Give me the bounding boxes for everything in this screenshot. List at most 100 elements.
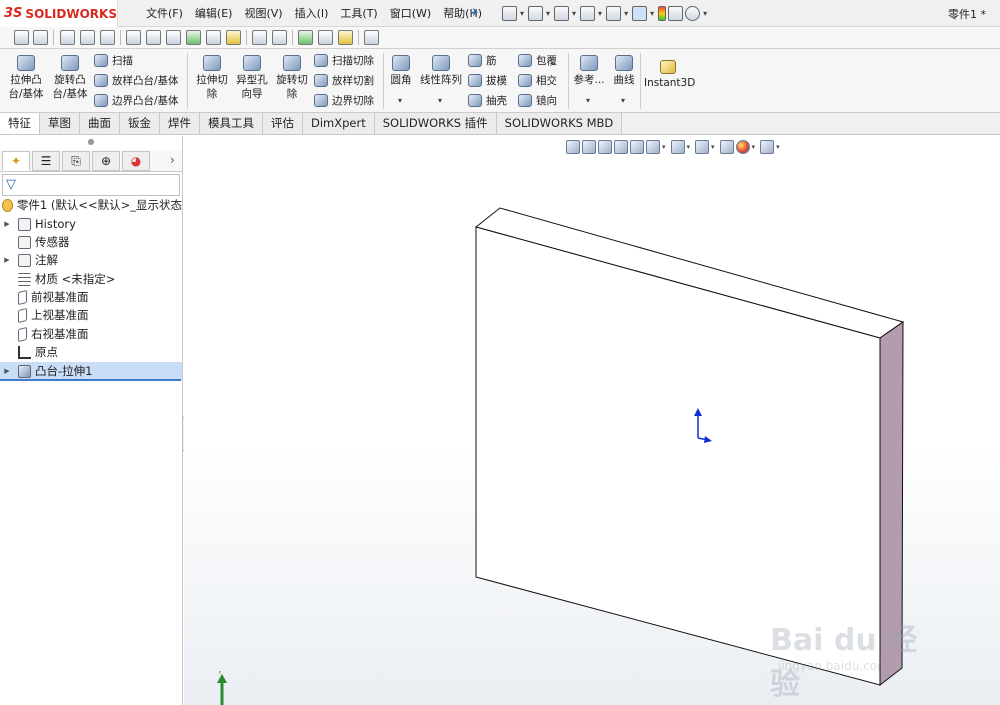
tab-evaluate[interactable]: 评估: [263, 113, 303, 134]
draft-button[interactable]: 拔模: [468, 72, 507, 89]
tab-surfaces[interactable]: 曲面: [80, 113, 120, 134]
instant3d-button[interactable]: Instant3D: [644, 60, 695, 90]
reference-geometry-button[interactable]: 参考...: [572, 55, 606, 87]
intersect-button[interactable]: 相交: [518, 72, 557, 89]
image-icon[interactable]: [338, 30, 353, 45]
boundary-cut-button[interactable]: 边界切除: [314, 92, 374, 109]
menu-file[interactable]: 文件(F): [140, 6, 189, 21]
swept-cut-button[interactable]: 扫描切除: [314, 52, 374, 69]
tree-root-part[interactable]: 零件1 (默认<<默认>_显示状态: [0, 196, 182, 214]
menu-window[interactable]: 窗口(W): [384, 6, 437, 21]
tree-item-annotations[interactable]: ▶ 注解: [0, 251, 182, 269]
fillet-dropdown-icon[interactable]: ▾: [398, 96, 402, 105]
feature-tree-tab[interactable]: ✦: [2, 151, 30, 171]
hole-wizard-button[interactable]: 异型孔 向导: [232, 55, 272, 101]
undo-icon[interactable]: [606, 5, 622, 21]
print-icon[interactable]: [580, 5, 596, 21]
tree-filter[interactable]: ▽: [2, 174, 180, 196]
select-dropdown-icon[interactable]: ▾: [650, 9, 654, 18]
open-document-icon[interactable]: [528, 5, 544, 21]
sweep-button[interactable]: 扫描: [94, 52, 133, 69]
reference-dropdown-icon[interactable]: ▾: [586, 96, 590, 105]
new-document-icon[interactable]: [502, 5, 517, 21]
tab-features[interactable]: 特征: [0, 113, 40, 134]
graphics-area[interactable]: ▾ ▾ ▾ ▾ ▾ Y Bai du 经验 jingyan.baidu.com: [184, 136, 1000, 705]
tab-mold-tools[interactable]: 模具工具: [200, 113, 263, 134]
loft-boss-button[interactable]: 放样凸台/基体: [94, 72, 179, 89]
display-manager-tab[interactable]: ◕: [122, 151, 150, 171]
undo-dropdown-icon[interactable]: ▾: [624, 9, 628, 18]
tab-weldments[interactable]: 焊件: [160, 113, 200, 134]
location-pin-icon[interactable]: [186, 30, 201, 45]
mirror-button[interactable]: 镜向: [518, 92, 557, 109]
relation-icon[interactable]: [33, 30, 48, 45]
tree-item-top-plane[interactable]: 上视基准面: [0, 306, 182, 324]
property-manager-tab[interactable]: ☰: [32, 151, 60, 171]
panel-grip[interactable]: ●: [0, 136, 182, 148]
tab-dimxpert[interactable]: DimXpert: [303, 113, 375, 134]
extrude-boss-button[interactable]: 拉伸凸 台/基体: [6, 55, 46, 101]
wrap-button[interactable]: 包覆: [518, 52, 557, 69]
tab-sheet-metal[interactable]: 钣金: [120, 113, 160, 134]
tree-item-right-plane[interactable]: 右视基准面: [0, 325, 182, 343]
cube-icon[interactable]: [146, 30, 161, 45]
macro-icon[interactable]: [364, 30, 379, 45]
print-preview-icon[interactable]: [318, 30, 333, 45]
assembly-icon[interactable]: [80, 30, 95, 45]
expand-arrow-icon[interactable]: ▶: [2, 367, 12, 375]
linear-pattern-button[interactable]: 线性阵列: [418, 55, 464, 87]
curves-button[interactable]: 曲线: [610, 55, 638, 87]
new-dropdown-icon[interactable]: ▾: [520, 9, 524, 18]
addin-icon[interactable]: [226, 30, 241, 45]
settings-gear-icon[interactable]: [126, 30, 141, 45]
fillet-button[interactable]: 圆角: [386, 55, 416, 87]
tab-mbd[interactable]: SOLIDWORKS MBD: [496, 113, 623, 134]
shell-button[interactable]: 抽壳: [468, 92, 507, 109]
equations-icon[interactable]: [206, 30, 221, 45]
zoom-icon[interactable]: [252, 30, 267, 45]
menu-view[interactable]: 视图(V): [238, 6, 288, 21]
select-arrow-icon[interactable]: [632, 5, 648, 21]
tree-item-material[interactable]: 材质 <未指定>: [0, 270, 182, 288]
hat-icon[interactable]: [166, 30, 181, 45]
print-dropdown-icon[interactable]: ▾: [598, 9, 602, 18]
revolve-cut-button[interactable]: 旋转切 除: [272, 55, 312, 101]
configuration-manager-tab[interactable]: ⎘: [62, 151, 90, 171]
rebuild-icon[interactable]: [658, 5, 667, 21]
save-dropdown-icon[interactable]: ▾: [572, 9, 576, 18]
rib-button[interactable]: 筋: [468, 52, 497, 69]
display-icon[interactable]: [60, 30, 75, 45]
options-gear-icon[interactable]: [685, 5, 701, 21]
tree-item-boss-extrude1[interactable]: ▶ 凸台-拉伸1: [0, 362, 182, 380]
expand-arrow-icon[interactable]: ▶: [2, 256, 12, 264]
open-dropdown-icon[interactable]: ▾: [546, 9, 550, 18]
file-properties-icon[interactable]: [668, 5, 684, 21]
tree-item-front-plane[interactable]: 前视基准面: [0, 288, 182, 306]
solidworks-logo[interactable]: 3S SOLIDWORKS: [0, 0, 118, 27]
excel-icon[interactable]: [298, 30, 313, 45]
menu-edit[interactable]: 编辑(E): [189, 6, 239, 21]
curves-dropdown-icon[interactable]: ▾: [621, 96, 625, 105]
menu-tools[interactable]: 工具(T): [334, 6, 383, 21]
lofted-cut-button[interactable]: 放样切割: [314, 72, 374, 89]
options-dropdown-icon[interactable]: ▾: [703, 9, 707, 18]
menu-insert[interactable]: 插入(I): [289, 6, 335, 21]
pattern-dropdown-icon[interactable]: ▾: [438, 96, 442, 105]
more-tabs-chevron-icon[interactable]: ›: [170, 153, 175, 167]
save-icon[interactable]: [554, 5, 570, 21]
pin-menu-icon[interactable]: ✈: [470, 6, 479, 19]
menu-help[interactable]: 帮助(H): [437, 6, 488, 21]
binoculars-icon[interactable]: [272, 30, 287, 45]
drawing-icon[interactable]: [100, 30, 115, 45]
smart-dimension-icon[interactable]: [14, 30, 29, 45]
expand-arrow-icon[interactable]: ▶: [2, 220, 12, 228]
extrude-cut-button[interactable]: 拉伸切 除: [192, 55, 232, 101]
tree-item-origin[interactable]: 原点: [0, 343, 182, 361]
tab-sketch[interactable]: 草图: [40, 113, 80, 134]
dimxpert-manager-tab[interactable]: ⊕: [92, 151, 120, 171]
tree-item-sensors[interactable]: 传感器: [0, 233, 182, 251]
tab-addins[interactable]: SOLIDWORKS 插件: [374, 113, 497, 134]
revolve-boss-button[interactable]: 旋转凸 台/基体: [50, 55, 90, 101]
tree-item-history[interactable]: ▶ History: [0, 215, 182, 233]
boundary-boss-button[interactable]: 边界凸台/基体: [94, 92, 179, 109]
